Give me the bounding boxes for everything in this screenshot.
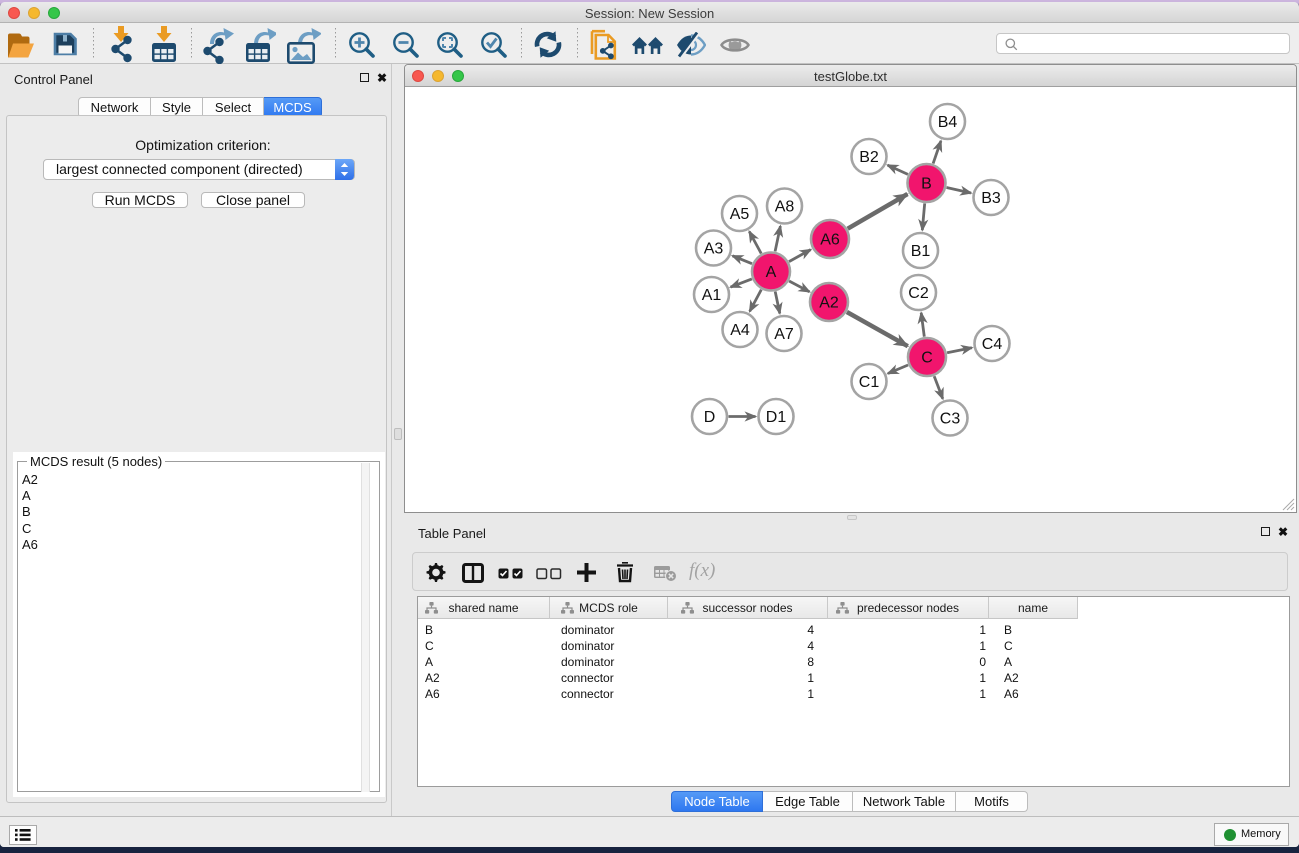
svg-text:B2: B2 <box>859 149 879 166</box>
svg-text:D1: D1 <box>766 409 787 426</box>
svg-text:B: B <box>921 176 932 193</box>
svg-text:B4: B4 <box>938 114 958 131</box>
svg-text:C: C <box>921 350 933 367</box>
svg-text:A2: A2 <box>819 295 839 312</box>
svg-text:A3: A3 <box>704 241 724 258</box>
svg-text:B1: B1 <box>911 243 931 260</box>
svg-text:C1: C1 <box>859 374 880 391</box>
svg-text:D: D <box>704 409 716 426</box>
svg-text:A: A <box>766 264 777 281</box>
svg-text:A6: A6 <box>820 232 840 249</box>
svg-text:A4: A4 <box>730 322 750 339</box>
svg-text:A7: A7 <box>774 326 794 343</box>
svg-text:C3: C3 <box>940 411 961 428</box>
svg-text:C2: C2 <box>908 285 929 302</box>
svg-text:C4: C4 <box>982 336 1003 353</box>
svg-text:A1: A1 <box>702 287 722 304</box>
svg-text:A5: A5 <box>730 206 750 223</box>
svg-text:A8: A8 <box>775 199 795 216</box>
svg-text:B3: B3 <box>981 190 1001 207</box>
